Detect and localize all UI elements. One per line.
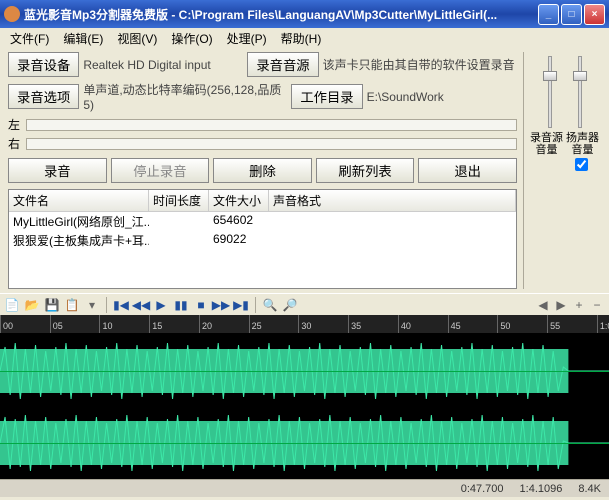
ruler-tick: 10 [99,315,112,333]
statusbar: 0:47.700 1:4.1096 8.4K [0,479,609,497]
refresh-button[interactable]: 刷新列表 [316,158,415,183]
time-ruler[interactable]: 00 05 10 15 20 25 30 35 40 45 50 55 1:00 [0,315,609,333]
ruler-tick: 40 [398,315,411,333]
ruler-tick: 00 [0,315,13,333]
rec-source-volume-slider[interactable] [541,56,559,128]
ruler-tick: 1:00 [597,315,609,333]
pause-icon[interactable]: ▮▮ [173,297,189,313]
skip-back-icon[interactable]: ▮◀ [113,297,129,313]
rewind-icon[interactable]: ◀◀ [133,297,149,313]
status-rate: 8.4K [578,483,601,495]
ruler-tick: 35 [348,315,361,333]
col-size[interactable]: 文件大小 [209,190,269,211]
work-dir-button[interactable]: 工作目录 [291,84,362,109]
col-filename[interactable]: 文件名 [9,190,149,211]
file-table: 文件名 时间长度 文件大小 声音格式 MyLittleGirl(网络原创_江..… [8,189,517,289]
rec-device-button[interactable]: 录音设备 [8,52,79,77]
menu-help[interactable]: 帮助(H) [275,28,328,49]
ruler-tick: 05 [50,315,63,333]
close-button[interactable]: × [584,4,605,25]
remove-icon[interactable]: − [589,297,605,313]
window-title: 蓝光影音Mp3分割器免费版 - C:\Program Files\Languan… [24,6,538,23]
status-time1: 0:47.700 [461,483,504,495]
work-dir-value: E:\SoundWork [367,90,444,104]
forward-icon[interactable]: ▶▶ [213,297,229,313]
waveform-view[interactable] [0,333,609,479]
ruler-tick: 25 [249,315,262,333]
right-channel-label: 右 [8,135,22,152]
left-level-meter [26,119,517,131]
rec-source-hint: 该声卡只能由其自带的软件设置录音 [323,56,515,73]
scroll-right-icon[interactable]: ▶ [553,297,569,313]
ruler-tick: 30 [298,315,311,333]
stop-icon[interactable]: ■ [193,297,209,313]
minimize-button[interactable]: _ [538,4,559,25]
menu-view[interactable]: 视图(V) [111,28,163,49]
ruler-tick: 20 [199,315,212,333]
rec-source-volume-label: 录音源音量 [530,132,564,156]
ruler-tick: 50 [497,315,510,333]
speaker-volume-label: 扬声器音量 [566,132,600,156]
delete-button[interactable]: 删除 [213,158,312,183]
ruler-tick: 15 [149,315,162,333]
maximize-button[interactable]: □ [561,4,582,25]
zoom-in-icon[interactable]: 🔍 [262,297,278,313]
add-icon[interactable]: + [571,297,587,313]
zoom-out-icon[interactable]: 🔎 [282,297,298,313]
play-icon[interactable]: ▶ [153,297,169,313]
menu-file[interactable]: 文件(F) [4,28,55,49]
rec-option-value: 单声道,动态比特率编码(256,128,品质5) [83,81,287,112]
rec-source-button[interactable]: 录音音源 [247,52,318,77]
save-icon[interactable]: 💾 [44,297,60,313]
exit-button[interactable]: 退出 [418,158,517,183]
speaker-volume-slider[interactable] [571,56,589,128]
open-icon[interactable]: 📂 [24,297,40,313]
menubar: 文件(F) 编辑(E) 视图(V) 操作(O) 处理(P) 帮助(H) [0,28,609,48]
menu-operate[interactable]: 操作(O) [165,28,218,49]
scroll-left-icon[interactable]: ◀ [535,297,551,313]
table-row[interactable]: MyLittleGirl(网络原创_江... 654602 [9,212,516,231]
app-icon [4,6,20,22]
right-level-meter [26,138,517,150]
toolbar: 📄 📂 💾 📋 ▾ ▮◀ ◀◀ ▶ ▮▮ ■ ▶▶ ▶▮ 🔍 🔎 ◀ ▶ + − [0,293,609,315]
skip-forward-icon[interactable]: ▶▮ [233,297,249,313]
stop-record-button[interactable]: 停止录音 [111,158,210,183]
col-duration[interactable]: 时间长度 [149,190,209,211]
col-format[interactable]: 声音格式 [269,190,516,211]
menu-process[interactable]: 处理(P) [221,28,273,49]
record-button[interactable]: 录音 [8,158,107,183]
ruler-tick: 45 [448,315,461,333]
left-channel-label: 左 [8,116,22,133]
dropdown-icon[interactable]: ▾ [84,297,100,313]
ruler-tick: 55 [547,315,560,333]
new-icon[interactable]: 📄 [4,297,20,313]
save-as-icon[interactable]: 📋 [64,297,80,313]
rec-device-value: Realtek HD Digital input [83,58,243,72]
speaker-volume-checkbox[interactable] [575,158,588,171]
menu-edit[interactable]: 编辑(E) [57,28,109,49]
rec-option-button[interactable]: 录音选项 [8,84,79,109]
table-row[interactable]: 狠狠爱(主板集成声卡+耳... 69022 [9,231,516,250]
status-time2: 1:4.1096 [520,483,563,495]
